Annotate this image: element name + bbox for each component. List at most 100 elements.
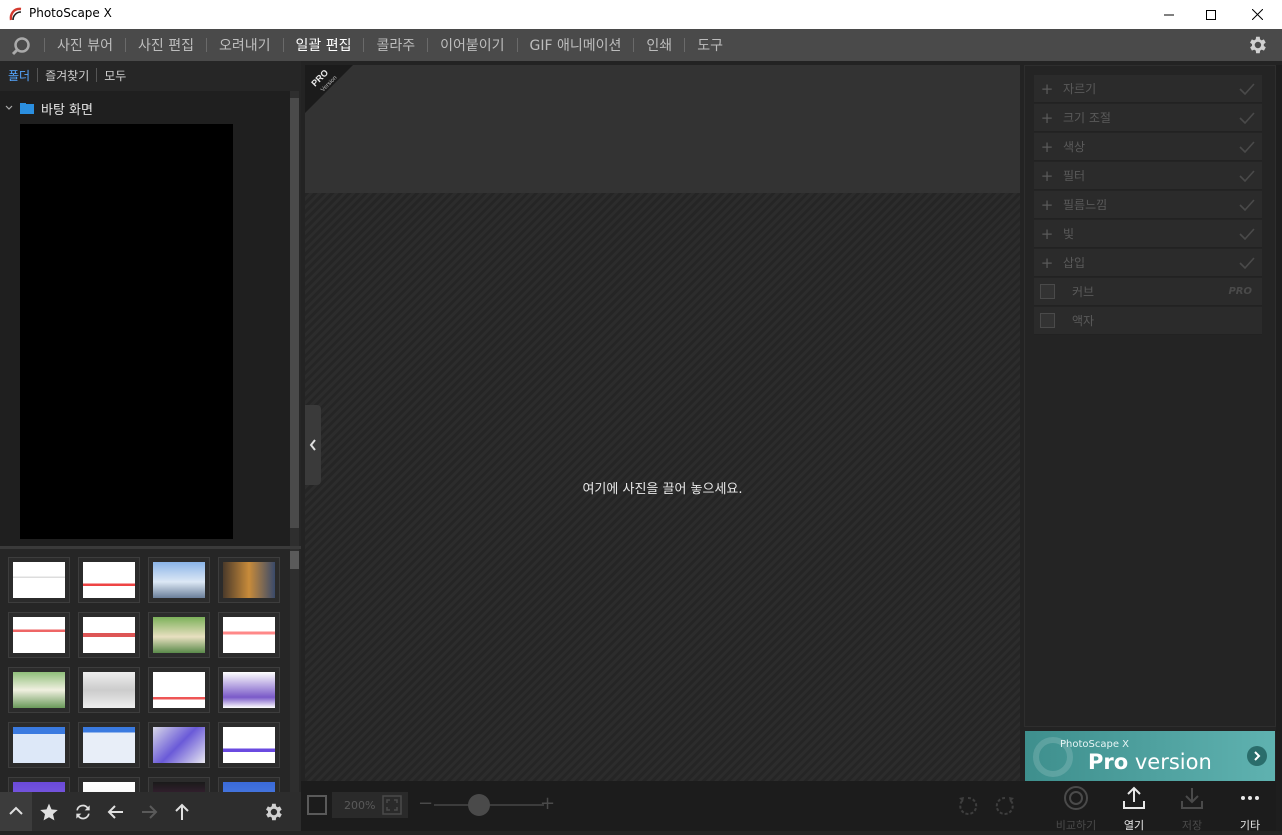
thumbnail-item[interactable] bbox=[148, 667, 210, 713]
thumbnail-item[interactable] bbox=[8, 777, 70, 792]
thumbnail-item[interactable] bbox=[78, 777, 140, 792]
chevron-up-icon bbox=[9, 806, 23, 815]
thumbnail-item[interactable] bbox=[218, 722, 280, 768]
chevron-down-icon[interactable] bbox=[4, 103, 14, 113]
tool-checkbox[interactable] bbox=[1040, 313, 1055, 328]
thumbnail-item[interactable] bbox=[218, 557, 280, 603]
menu-item-6[interactable]: GIF 애니메이션 bbox=[518, 35, 634, 55]
menu-item-5[interactable]: 이어붙이기 bbox=[428, 35, 516, 55]
zoom-slider-knob[interactable] bbox=[468, 794, 490, 816]
plus-icon[interactable]: + bbox=[1034, 80, 1060, 98]
plus-icon[interactable]: + bbox=[1034, 254, 1060, 272]
checkmark-icon[interactable] bbox=[1232, 111, 1262, 124]
checkmark-icon[interactable] bbox=[1232, 140, 1262, 153]
thumbnail-item[interactable] bbox=[218, 612, 280, 658]
thumbs-scrollbar-track[interactable] bbox=[290, 549, 299, 792]
tool-label: 크기 조절 bbox=[1063, 111, 1111, 125]
banner-pro-word: Pro bbox=[1088, 750, 1129, 774]
title-bar: PhotoScape X bbox=[0, 0, 1282, 29]
banner-arrow-button[interactable] bbox=[1247, 746, 1267, 766]
thumbnail-item[interactable] bbox=[148, 722, 210, 768]
thumbnail-image bbox=[13, 617, 65, 653]
plus-icon[interactable]: + bbox=[1034, 109, 1060, 127]
thumbnail-item[interactable] bbox=[8, 557, 70, 603]
thumbnail-item[interactable] bbox=[218, 777, 280, 792]
action-compare-button[interactable]: 비교하기 bbox=[1047, 785, 1105, 832]
tool-row-1[interactable]: + 크기 조절 bbox=[1034, 104, 1262, 132]
browser-tab-0[interactable]: 폴더 bbox=[8, 67, 37, 84]
thumbnail-item[interactable] bbox=[218, 667, 280, 713]
minimize-button[interactable] bbox=[1146, 0, 1192, 29]
plus-icon[interactable]: + bbox=[1034, 138, 1060, 156]
plus-icon[interactable]: + bbox=[1034, 167, 1060, 185]
tool-row-3[interactable]: + 필터 bbox=[1034, 162, 1262, 190]
zoom-out-icon[interactable]: − bbox=[418, 793, 433, 814]
checkmark-icon[interactable] bbox=[1232, 256, 1262, 269]
zoom-in-icon[interactable]: + bbox=[540, 793, 555, 814]
thumbnail-item[interactable] bbox=[78, 722, 140, 768]
zoom-level-box[interactable]: 200% bbox=[332, 792, 408, 818]
checkmark-icon[interactable] bbox=[1232, 82, 1262, 95]
photo-drop-zone[interactable]: 여기에 사진을 끌어 놓으세요. bbox=[305, 193, 1020, 781]
browser-settings-button[interactable] bbox=[262, 801, 284, 823]
thumbnail-item[interactable] bbox=[78, 557, 140, 603]
thumbnail-image bbox=[153, 562, 205, 598]
thumbnail-image bbox=[223, 562, 275, 598]
checkmark-icon[interactable] bbox=[1232, 169, 1262, 182]
collapse-left-panel-button[interactable] bbox=[305, 405, 321, 485]
thumbnail-item[interactable] bbox=[78, 667, 140, 713]
tool-checkbox[interactable] bbox=[1040, 284, 1055, 299]
checkmark-icon[interactable] bbox=[1232, 227, 1262, 240]
minimize-icon bbox=[1164, 14, 1174, 15]
forward-button[interactable] bbox=[138, 801, 160, 823]
tree-scrollbar-thumb[interactable] bbox=[290, 98, 299, 528]
settings-gear-icon[interactable] bbox=[1246, 34, 1268, 56]
maximize-button[interactable] bbox=[1188, 0, 1234, 29]
menu-item-3[interactable]: 일괄 편집 bbox=[284, 35, 364, 55]
tool-row-6[interactable]: + 삽입 bbox=[1034, 249, 1262, 277]
menu-item-8[interactable]: 도구 bbox=[685, 35, 735, 55]
back-button[interactable] bbox=[105, 801, 127, 823]
menu-item-0[interactable]: 사진 뷰어 bbox=[45, 35, 125, 55]
plus-icon[interactable]: + bbox=[1034, 196, 1060, 214]
menu-item-4[interactable]: 콜라주 bbox=[364, 35, 427, 55]
thumbnail-item[interactable] bbox=[78, 612, 140, 658]
thumbnail-item[interactable] bbox=[148, 557, 210, 603]
tool-row-2[interactable]: + 색상 bbox=[1034, 133, 1262, 161]
tool-row-8[interactable]: 액자 bbox=[1034, 307, 1262, 335]
action-more-button[interactable]: 기타 bbox=[1221, 785, 1279, 832]
menu-item-7[interactable]: 인쇄 bbox=[634, 35, 684, 55]
favorite-button[interactable] bbox=[38, 801, 60, 823]
tool-row-0[interactable]: + 자르기 bbox=[1034, 75, 1262, 103]
tool-row-7[interactable]: 커브 PRO bbox=[1034, 278, 1262, 306]
refresh-button[interactable] bbox=[72, 801, 94, 823]
home-logo-icon[interactable] bbox=[10, 35, 32, 57]
browser-tab-1[interactable]: 즐겨찾기 bbox=[45, 67, 96, 84]
action-download-button[interactable]: 저장 bbox=[1163, 785, 1221, 832]
checkmark-icon[interactable] bbox=[1232, 198, 1262, 211]
pro-version-ribbon[interactable]: PRO Version bbox=[305, 65, 353, 113]
rotate-right-icon[interactable] bbox=[993, 794, 1017, 818]
thumbnail-item[interactable] bbox=[148, 777, 210, 792]
thumbnail-item[interactable] bbox=[8, 667, 70, 713]
menu-item-2[interactable]: 오려내기 bbox=[207, 35, 283, 55]
collapse-up-button[interactable] bbox=[0, 792, 32, 831]
plus-icon[interactable]: + bbox=[1034, 225, 1060, 243]
parent-folder-button[interactable] bbox=[171, 801, 193, 823]
tree-item-desktop[interactable]: 바탕 화면 bbox=[4, 100, 93, 118]
pro-version-banner[interactable]: PhotoScape X Pro version bbox=[1025, 731, 1275, 781]
thumbnail-item[interactable] bbox=[148, 612, 210, 658]
tool-row-4[interactable]: + 필름느낌 bbox=[1034, 191, 1262, 219]
close-button[interactable] bbox=[1234, 0, 1280, 29]
thumbs-scrollbar-thumb[interactable] bbox=[290, 551, 299, 569]
tool-row-5[interactable]: + 빛 bbox=[1034, 220, 1262, 248]
browser-tabs: 폴더 즐겨찾기 모두 bbox=[0, 61, 301, 89]
rotate-left-icon[interactable] bbox=[956, 794, 980, 818]
action-upload-button[interactable]: 열기 bbox=[1105, 785, 1163, 832]
thumbnail-item[interactable] bbox=[8, 722, 70, 768]
thumbnail-item[interactable] bbox=[8, 612, 70, 658]
fit-screen-icon[interactable] bbox=[382, 795, 402, 815]
menu-item-1[interactable]: 사진 편집 bbox=[126, 35, 206, 55]
view-mode-toggle[interactable] bbox=[307, 795, 327, 815]
browser-tab-2[interactable]: 모두 bbox=[104, 67, 133, 84]
